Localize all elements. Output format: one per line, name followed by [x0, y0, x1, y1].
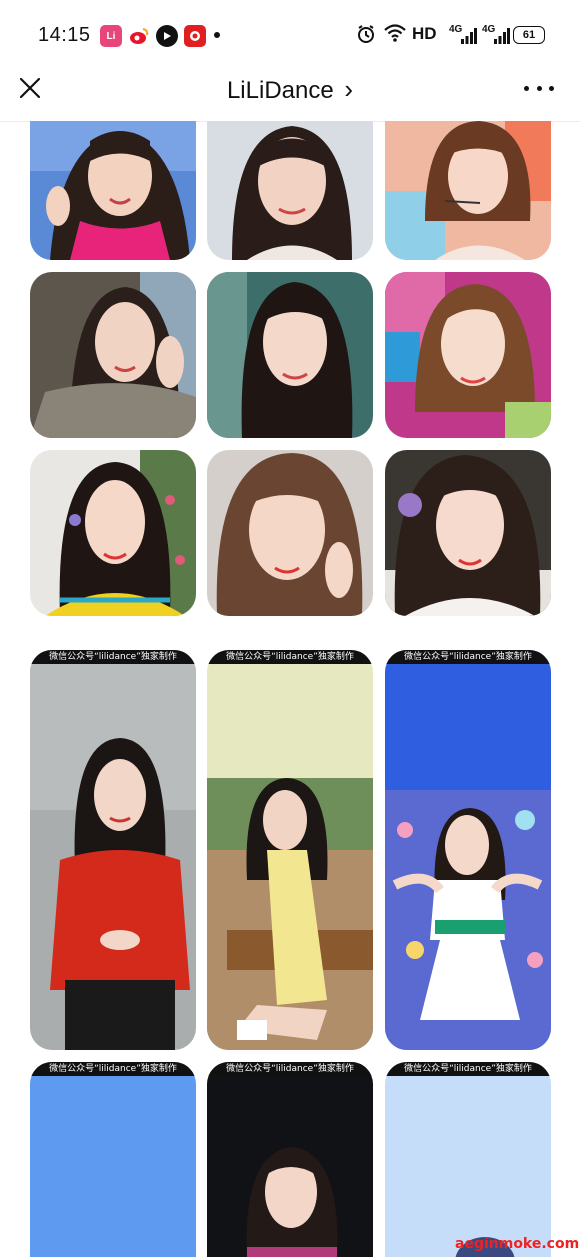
poster-watermark: 微信公众号“lilidance”独家制作 [207, 650, 373, 664]
nav-bar: LiLiDance › [0, 64, 580, 122]
site-watermark: aeginmoke.com [455, 1236, 580, 1252]
alarm-icon [356, 24, 376, 44]
poster-tile[interactable]: 微信公众号“lilidance”独家制作 [207, 1062, 373, 1257]
photo-tile[interactable] [385, 272, 551, 438]
photo-tile[interactable] [385, 121, 551, 260]
account-title-link[interactable]: LiLiDance › [0, 74, 580, 105]
poster-photo [385, 1062, 551, 1257]
signal-1-bars-icon [449, 28, 477, 44]
hd-indicator: HD [412, 24, 437, 43]
lili-app-notification-icon: Li [100, 25, 122, 47]
portrait-photo [385, 272, 551, 438]
portrait-photo [30, 450, 196, 616]
more-options-button[interactable] [524, 76, 554, 100]
battery-indicator: 61 [513, 26, 545, 44]
poster-watermark: 微信公众号“lilidance”独家制作 [30, 1062, 196, 1076]
photo-tile[interactable] [30, 272, 196, 438]
poster-tile[interactable]: 微信公众号“lilidance”独家制作 [207, 650, 373, 1050]
portrait-photo [207, 450, 373, 616]
poster-photo [30, 650, 196, 1050]
chevron-right-icon: › [344, 74, 354, 104]
poster-watermark: 微信公众号“lilidance”独家制作 [385, 1062, 551, 1076]
poster-watermark: 微信公众号“lilidance”独家制作 [385, 650, 551, 664]
poster-tile[interactable]: 微信公众号“lilidance”独家制作 [30, 650, 196, 1050]
photo-tile[interactable] [30, 121, 196, 260]
poster-photo [30, 1062, 196, 1257]
music-app-notification-icon [156, 25, 178, 47]
poster-tile[interactable]: 微信公众号“lilidance”独家制作 [30, 1062, 196, 1257]
portrait-photo [30, 121, 196, 260]
photo-tile[interactable] [30, 450, 196, 616]
poster-watermark: 微信公众号“lilidance”独家制作 [30, 650, 196, 664]
poster-tile[interactable]: 微信公众号“lilidance”独家制作 [385, 1062, 551, 1257]
signal-2-bars-icon [482, 28, 510, 44]
photo-tile[interactable] [385, 450, 551, 616]
more-dot-icon [549, 85, 554, 91]
poster-watermark: 微信公众号“lilidance”独家制作 [207, 1062, 373, 1076]
portrait-photo [207, 272, 373, 438]
poster-photo [385, 650, 551, 1050]
wifi-icon [384, 24, 406, 42]
more-dot-icon [524, 85, 529, 91]
photo-tile[interactable] [207, 272, 373, 438]
poster-tile[interactable]: 微信公众号“lilidance”独家制作 [385, 650, 551, 1050]
portrait-photo [207, 121, 373, 260]
status-time: 14:15 [38, 24, 91, 46]
portrait-photo [385, 450, 551, 616]
photo-tile[interactable] [207, 121, 373, 260]
account-title: LiLiDance [226, 77, 334, 104]
pdd-app-notification-icon [184, 25, 206, 47]
portrait-photo [385, 121, 551, 260]
poster-photo [207, 650, 373, 1050]
portrait-photo [30, 272, 196, 438]
more-notifications-dot [214, 32, 220, 38]
weibo-notification-icon [128, 25, 150, 47]
poster-photo [207, 1062, 373, 1257]
status-bar: 14:15 Li HD 4G 4G 61 [0, 0, 580, 64]
photo-tile[interactable] [207, 450, 373, 616]
more-dot-icon [536, 85, 542, 91]
